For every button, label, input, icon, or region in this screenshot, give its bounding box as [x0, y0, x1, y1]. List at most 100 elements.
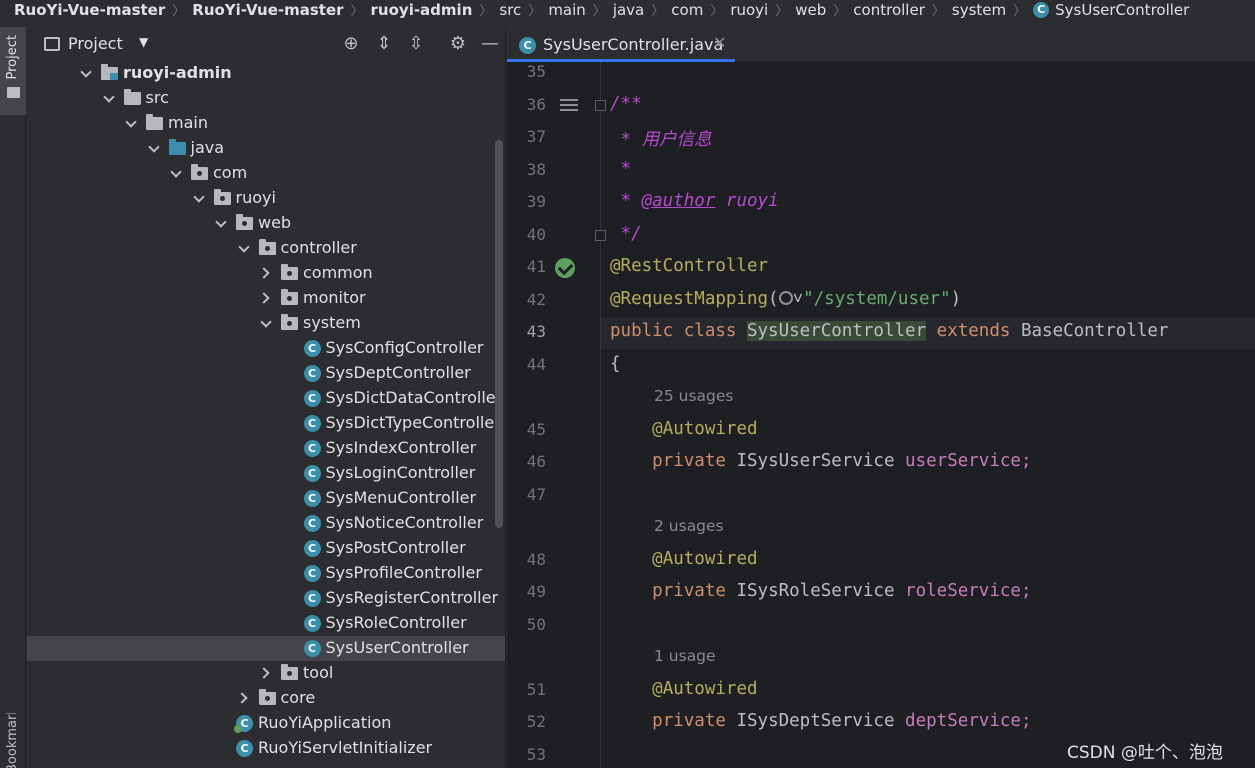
tree-item-label: system: [303, 313, 361, 332]
breadcrumb-item[interactable]: SysUserController: [1055, 1, 1189, 19]
tab-sysusercontroller[interactable]: C SysUserController.java ✕: [507, 27, 735, 62]
chevron-right-icon[interactable]: [237, 691, 251, 705]
package-icon: [191, 164, 208, 180]
tree-item-class[interactable]: C SysPostController: [27, 536, 505, 561]
close-icon[interactable]: ✕: [713, 33, 726, 52]
tree-item-folder[interactable]: controller: [27, 236, 505, 261]
code-line[interactable]: @Autowired: [610, 419, 757, 439]
tree-item-label: SysDictDataController: [325, 388, 503, 407]
chevron-down-icon[interactable]: [147, 141, 161, 155]
tree-item-folder[interactable]: common: [27, 261, 505, 286]
code-line[interactable]: private ISysDeptService deptService;: [610, 711, 1031, 731]
code-line[interactable]: */: [610, 224, 642, 244]
breadcrumb-item[interactable]: ruoyi: [730, 1, 768, 19]
code-line[interactable]: * 用户信息: [610, 126, 712, 151]
tree-item-folder[interactable]: ruoyi: [27, 186, 505, 211]
tree-item-folder[interactable]: java: [27, 136, 505, 161]
breadcrumb-item[interactable]: controller: [853, 1, 925, 19]
tree-item-folder[interactable]: system: [27, 311, 505, 336]
breadcrumb-item[interactable]: RuoYi-Vue-master: [192, 1, 343, 19]
code-line[interactable]: private ISysUserService userService;: [610, 451, 1031, 471]
chevron-down-icon[interactable]: [192, 191, 206, 205]
tree-item-folder[interactable]: web: [27, 211, 505, 236]
tree-item-class[interactable]: C SysNoticeController: [27, 511, 505, 536]
code-line[interactable]: @RequestMapping(˅"/system/user"): [610, 289, 961, 310]
tree-item-folder[interactable]: com: [27, 161, 505, 186]
collapse-all-icon[interactable]: ⇳: [405, 33, 427, 55]
code-line[interactable]: *: [610, 159, 632, 179]
tree-item-folder[interactable]: main: [27, 111, 505, 136]
tree-item-class[interactable]: C SysRegisterController: [27, 586, 505, 611]
line-number: 49: [526, 582, 546, 601]
java-class-icon: C: [303, 365, 321, 382]
breadcrumb-item[interactable]: java: [613, 1, 644, 19]
chevron-down-icon[interactable]: [259, 316, 273, 330]
locate-icon[interactable]: ⊕: [340, 33, 362, 55]
project-tool-tab[interactable]: Project: [0, 27, 26, 115]
code-line[interactable]: {: [610, 354, 621, 374]
breadcrumb-item[interactable]: RuoYi-Vue-master: [14, 1, 165, 19]
chevron-down-icon[interactable]: [169, 166, 183, 180]
chevron-down-icon[interactable]: ▼: [139, 35, 148, 49]
breadcrumb-item[interactable]: com: [671, 1, 703, 19]
url-globe-icon[interactable]: [778, 290, 793, 305]
code-line[interactable]: @Autowired: [610, 679, 757, 699]
line-number: 42: [526, 289, 546, 309]
fold-marker-icon[interactable]: [595, 99, 606, 111]
usages-hint[interactable]: 25 usages: [654, 387, 734, 405]
project-panel-title[interactable]: Project: [68, 34, 123, 53]
breadcrumb-item[interactable]: main: [548, 1, 585, 19]
tree-item-class[interactable]: C RuoYiServletInitializer: [27, 736, 505, 761]
tree-item-class[interactable]: C SysMenuController: [27, 486, 505, 511]
tree-scrollbar[interactable]: [495, 140, 503, 528]
breadcrumb-item[interactable]: src: [499, 1, 521, 19]
bookmarks-tool-tab[interactable]: Bookmarks: [5, 713, 20, 768]
tree-item-class[interactable]: C SysDeptController: [27, 361, 505, 386]
tree-item-folder[interactable]: tool: [27, 661, 505, 686]
tree-item-class[interactable]: C SysDictTypeController: [27, 411, 505, 436]
tree-item-class[interactable]: C RuoYiApplication: [27, 711, 505, 736]
code-line[interactable]: * @author ruoyi: [610, 191, 779, 211]
fold-marker-icon[interactable]: [595, 229, 606, 241]
tree-item-class[interactable]: C SysUserController: [27, 636, 505, 661]
chevron-down-icon[interactable]: [214, 216, 228, 230]
chevron-down-icon[interactable]: [79, 66, 93, 80]
code-line[interactable]: /**: [610, 94, 642, 114]
breadcrumb-item[interactable]: system: [952, 1, 1006, 19]
chevron-down-icon[interactable]: [102, 91, 116, 105]
render-doc-icon[interactable]: [560, 98, 578, 113]
tree-item-class[interactable]: C SysDictDataController: [27, 386, 505, 411]
chevron-right-icon[interactable]: [259, 666, 273, 680]
tree-item-class[interactable]: C SysRoleController: [27, 611, 505, 636]
expand-all-icon[interactable]: ⇕: [373, 33, 395, 55]
code-line[interactable]: @Autowired: [610, 549, 757, 569]
line-number: 51: [526, 679, 546, 699]
tree-item-label: monitor: [303, 288, 366, 307]
usages-hint[interactable]: 1 usage: [654, 647, 716, 665]
tree-item-folder[interactable]: core: [27, 686, 505, 711]
tree-item-folder[interactable]: ruoyi-admin: [27, 61, 505, 86]
folder-icon: [101, 64, 118, 80]
gear-icon[interactable]: ⚙: [447, 33, 469, 55]
tree-item-class[interactable]: C SysIndexController: [27, 436, 505, 461]
spring-bean-icon[interactable]: [555, 258, 575, 278]
minimize-icon[interactable]: —: [479, 33, 501, 55]
tree-item-folder[interactable]: src: [27, 86, 505, 111]
chevron-down-icon[interactable]: [237, 241, 251, 255]
tree-item-folder[interactable]: monitor: [27, 286, 505, 311]
tree-item-label: SysMenuController: [325, 488, 477, 507]
tree-item-class[interactable]: C SysLoginController: [27, 461, 505, 486]
chevron-right-icon[interactable]: [259, 291, 273, 305]
breadcrumb-item[interactable]: web: [795, 1, 826, 19]
code-line[interactable]: public class SysUserController extends B…: [610, 321, 1168, 341]
breadcrumb-item[interactable]: ruoyi-admin: [371, 1, 473, 19]
tree-item-label: controller: [280, 238, 357, 257]
code-line[interactable]: @RestController: [610, 256, 768, 276]
tree-item-class[interactable]: C SysConfigController: [27, 336, 505, 361]
line-number: 48: [526, 549, 546, 569]
chevron-right-icon[interactable]: [259, 266, 273, 280]
code-line[interactable]: private ISysRoleService roleService;: [610, 581, 1031, 601]
usages-hint[interactable]: 2 usages: [654, 517, 724, 535]
tree-item-class[interactable]: C SysProfileController: [27, 561, 505, 586]
chevron-down-icon[interactable]: [124, 116, 138, 130]
